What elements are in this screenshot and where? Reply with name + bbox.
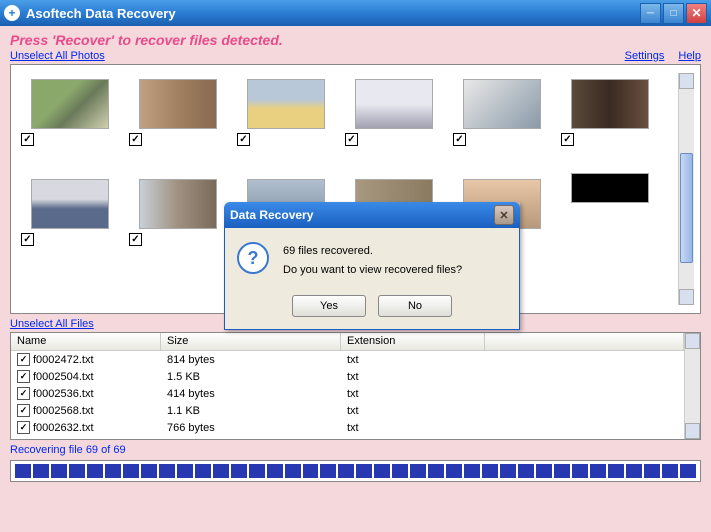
file-table: Name Size Extension f0002472.txt 814 byte…: [11, 333, 684, 439]
file-checkbox[interactable]: [17, 387, 30, 400]
scroll-up-button[interactable]: [679, 73, 694, 89]
progress-status-text: Recovering file 69 of 69: [10, 444, 701, 456]
photo-item[interactable]: [341, 73, 449, 173]
scroll-down-button[interactable]: [685, 423, 700, 439]
file-size: 766 bytes: [161, 421, 341, 435]
close-button[interactable]: ✕: [686, 3, 707, 24]
file-size: 414 bytes: [161, 387, 341, 401]
column-header-spacer: [485, 333, 684, 350]
file-table-header: Name Size Extension: [11, 333, 684, 351]
photo-checkbox[interactable]: [345, 133, 358, 146]
photo-thumbnail: [571, 173, 649, 203]
progress-bar: [10, 460, 701, 482]
file-checkbox[interactable]: [17, 404, 30, 417]
file-checkbox[interactable]: [17, 353, 30, 366]
dialog-line1: 69 files recovered.: [283, 242, 462, 261]
unselect-all-photos-link[interactable]: Unselect All Photos: [10, 50, 105, 62]
scroll-down-button[interactable]: [679, 289, 694, 305]
file-list-panel: Name Size Extension f0002472.txt 814 byte…: [10, 332, 701, 440]
photo-item[interactable]: [17, 173, 125, 273]
dialog-title-text: Data Recovery: [230, 208, 494, 222]
column-header-size[interactable]: Size: [161, 333, 341, 350]
window-titlebar: + Asoftech Data Recovery ─ □ ✕: [0, 0, 711, 26]
dialog-close-button[interactable]: ✕: [494, 205, 514, 225]
file-name: f0002472.txt: [33, 354, 94, 366]
minimize-button[interactable]: ─: [640, 3, 661, 24]
dialog-message: 69 files recovered. Do you want to view …: [283, 242, 462, 279]
photo-item[interactable]: [17, 73, 125, 173]
photo-thumbnail: [31, 179, 109, 229]
photo-thumbnail: [463, 79, 541, 129]
photo-item[interactable]: [449, 73, 557, 173]
question-icon: ?: [237, 242, 269, 274]
dialog-line2: Do you want to view recovered files?: [283, 261, 462, 280]
dialog-body: ? 69 files recovered. Do you want to vie…: [224, 228, 520, 330]
window-title: Asoftech Data Recovery: [26, 6, 638, 21]
file-ext: txt: [341, 421, 485, 435]
photo-thumbnail: [139, 79, 217, 129]
top-link-row: Unselect All Photos Settings Help: [10, 50, 701, 62]
help-link[interactable]: Help: [678, 50, 701, 62]
file-scrollbar[interactable]: [684, 333, 700, 439]
photo-checkbox[interactable]: [21, 133, 34, 146]
photo-checkbox[interactable]: [129, 233, 142, 246]
no-button[interactable]: No: [378, 295, 452, 317]
table-row[interactable]: f0002568.txt 1.1 KBtxt: [11, 402, 684, 419]
file-name: f0002632.txt: [33, 422, 94, 434]
column-header-extension[interactable]: Extension: [341, 333, 485, 350]
file-checkbox[interactable]: [17, 421, 30, 434]
photo-checkbox[interactable]: [21, 233, 34, 246]
table-row[interactable]: f0002504.txt 1.5 KBtxt: [11, 368, 684, 385]
photo-thumbnail: [571, 79, 649, 129]
table-row[interactable]: f0002536.txt 414 bytestxt: [11, 385, 684, 402]
file-name: f0002536.txt: [33, 388, 94, 400]
column-header-name[interactable]: Name: [11, 333, 161, 350]
app-icon: +: [4, 5, 20, 21]
photo-checkbox[interactable]: [129, 133, 142, 146]
table-row[interactable]: f0002472.txt 814 bytestxt: [11, 351, 684, 368]
file-ext: txt: [341, 404, 485, 418]
photo-item[interactable]: [557, 73, 665, 173]
dialog-titlebar: Data Recovery ✕: [224, 202, 520, 228]
file-name: f0002568.txt: [33, 405, 94, 417]
maximize-button[interactable]: □: [663, 3, 684, 24]
photo-item[interactable]: [125, 173, 233, 273]
file-size: 1.1 KB: [161, 404, 341, 418]
scroll-thumb[interactable]: [680, 153, 693, 263]
unselect-all-files-link[interactable]: Unselect All Files: [10, 318, 94, 330]
photo-checkbox[interactable]: [237, 133, 250, 146]
table-row[interactable]: f0002632.txt 766 bytestxt: [11, 419, 684, 436]
photo-item[interactable]: [233, 73, 341, 173]
photo-thumbnail: [139, 179, 217, 229]
file-size: 1.5 KB: [161, 370, 341, 384]
photo-scrollbar[interactable]: [678, 73, 694, 305]
photo-thumbnail: [355, 79, 433, 129]
recovery-dialog: Data Recovery ✕ ? 69 files recovered. Do…: [224, 202, 520, 330]
settings-link[interactable]: Settings: [625, 50, 665, 62]
photo-checkbox[interactable]: [453, 133, 466, 146]
instruction-text: Press 'Recover' to recover files detecte…: [10, 32, 701, 48]
file-name: f0002504.txt: [33, 371, 94, 383]
photo-item[interactable]: [557, 173, 665, 273]
file-ext: txt: [341, 387, 485, 401]
file-ext: txt: [341, 353, 485, 367]
photo-item[interactable]: [125, 73, 233, 173]
file-size: 814 bytes: [161, 353, 341, 367]
file-ext: txt: [341, 370, 485, 384]
yes-button[interactable]: Yes: [292, 295, 366, 317]
photo-checkbox[interactable]: [561, 133, 574, 146]
photo-thumbnail: [247, 79, 325, 129]
photo-thumbnail: [31, 79, 109, 129]
scroll-up-button[interactable]: [685, 333, 700, 349]
file-checkbox[interactable]: [17, 370, 30, 383]
